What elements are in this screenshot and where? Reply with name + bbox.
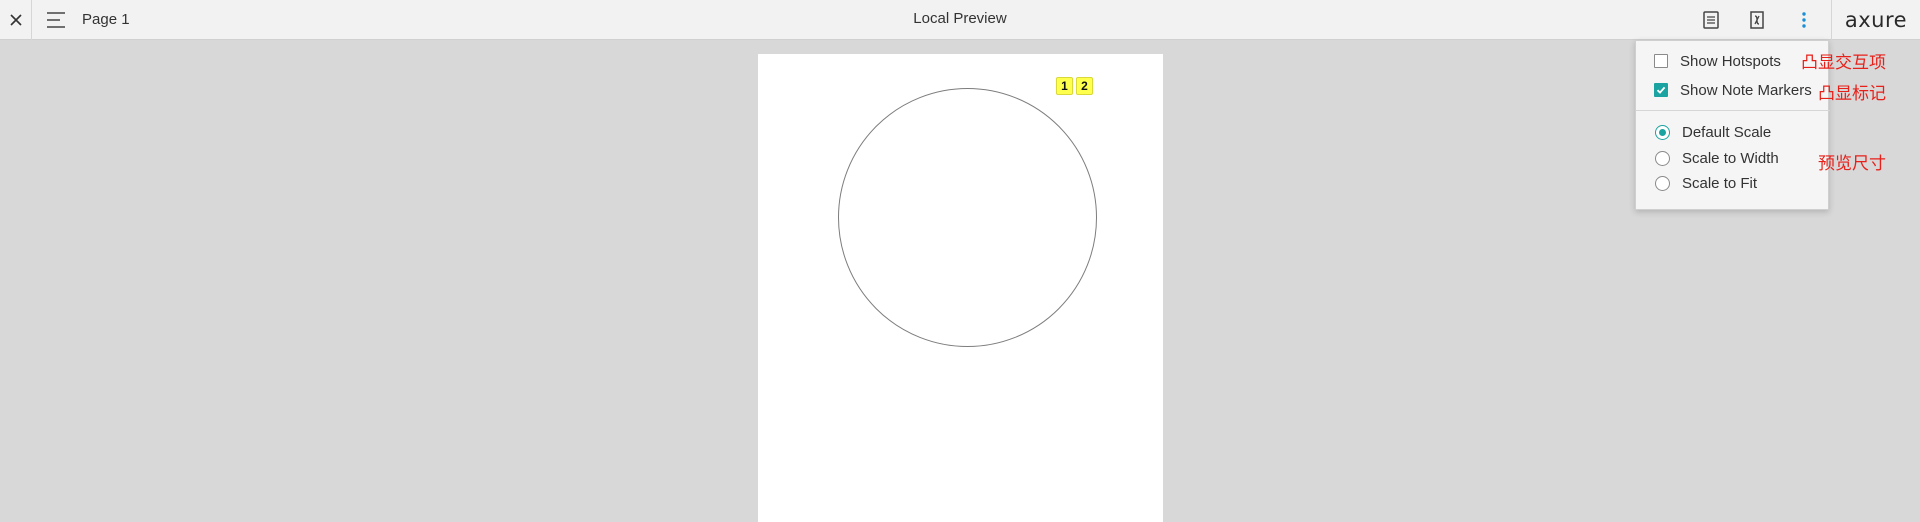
show-note-markers-label: Show Note Markers <box>1680 81 1812 99</box>
show-hotspots-checkbox[interactable] <box>1654 54 1668 68</box>
scale-to-fit-option[interactable]: Scale to Fit <box>1636 170 1830 196</box>
default-scale-option[interactable]: Default Scale <box>1636 119 1830 145</box>
menu-divider <box>1636 110 1830 111</box>
preview-title: Local Preview <box>913 10 1007 27</box>
more-options-button[interactable] <box>1792 8 1816 32</box>
scale-to-fit-label: Scale to Fit <box>1682 174 1758 192</box>
default-scale-label: Default Scale <box>1682 123 1772 141</box>
sitemap-menu-button[interactable] <box>44 9 68 31</box>
hamburger-menu-icon <box>47 12 65 28</box>
circle-shape <box>838 88 1097 347</box>
logo-text: axure <box>1844 8 1908 32</box>
notes-button[interactable] <box>1699 8 1723 32</box>
default-scale-radio[interactable] <box>1655 124 1670 140</box>
options-dropdown: Show Hotspots Show Note Markers Default … <box>1635 40 1830 210</box>
annotation-markers: 凸显标记 <box>1818 84 1886 104</box>
scale-to-width-radio[interactable] <box>1655 150 1670 166</box>
show-note-markers-checkbox[interactable] <box>1654 83 1668 97</box>
variables-button[interactable] <box>1745 8 1769 32</box>
scale-to-width-option[interactable]: Scale to Width <box>1636 145 1830 171</box>
note-marker[interactable]: 2 <box>1076 77 1093 95</box>
annotation-hotspots: 凸显交互项 <box>1801 53 1886 73</box>
checkmark-icon <box>1656 86 1666 94</box>
more-vertical-icon <box>1802 12 1806 28</box>
notes-document-icon <box>1703 11 1719 29</box>
scale-to-fit-radio[interactable] <box>1655 175 1670 191</box>
scale-to-width-label: Scale to Width <box>1682 149 1779 167</box>
axure-logo: axure <box>1831 0 1920 40</box>
top-toolbar: Page 1 Local Preview axure <box>0 0 1920 40</box>
variables-icon <box>1750 11 1764 29</box>
annotation-scale: 预览尺寸 <box>1818 154 1886 174</box>
show-hotspots-label: Show Hotspots <box>1680 52 1781 70</box>
note-marker[interactable]: 1 <box>1056 77 1073 95</box>
close-icon <box>9 14 22 26</box>
close-button[interactable] <box>0 0 32 40</box>
current-page-name[interactable]: Page 1 <box>82 11 130 28</box>
page-canvas: 1 2 <box>758 54 1163 522</box>
show-note-markers-option[interactable]: Show Note Markers <box>1636 77 1830 103</box>
